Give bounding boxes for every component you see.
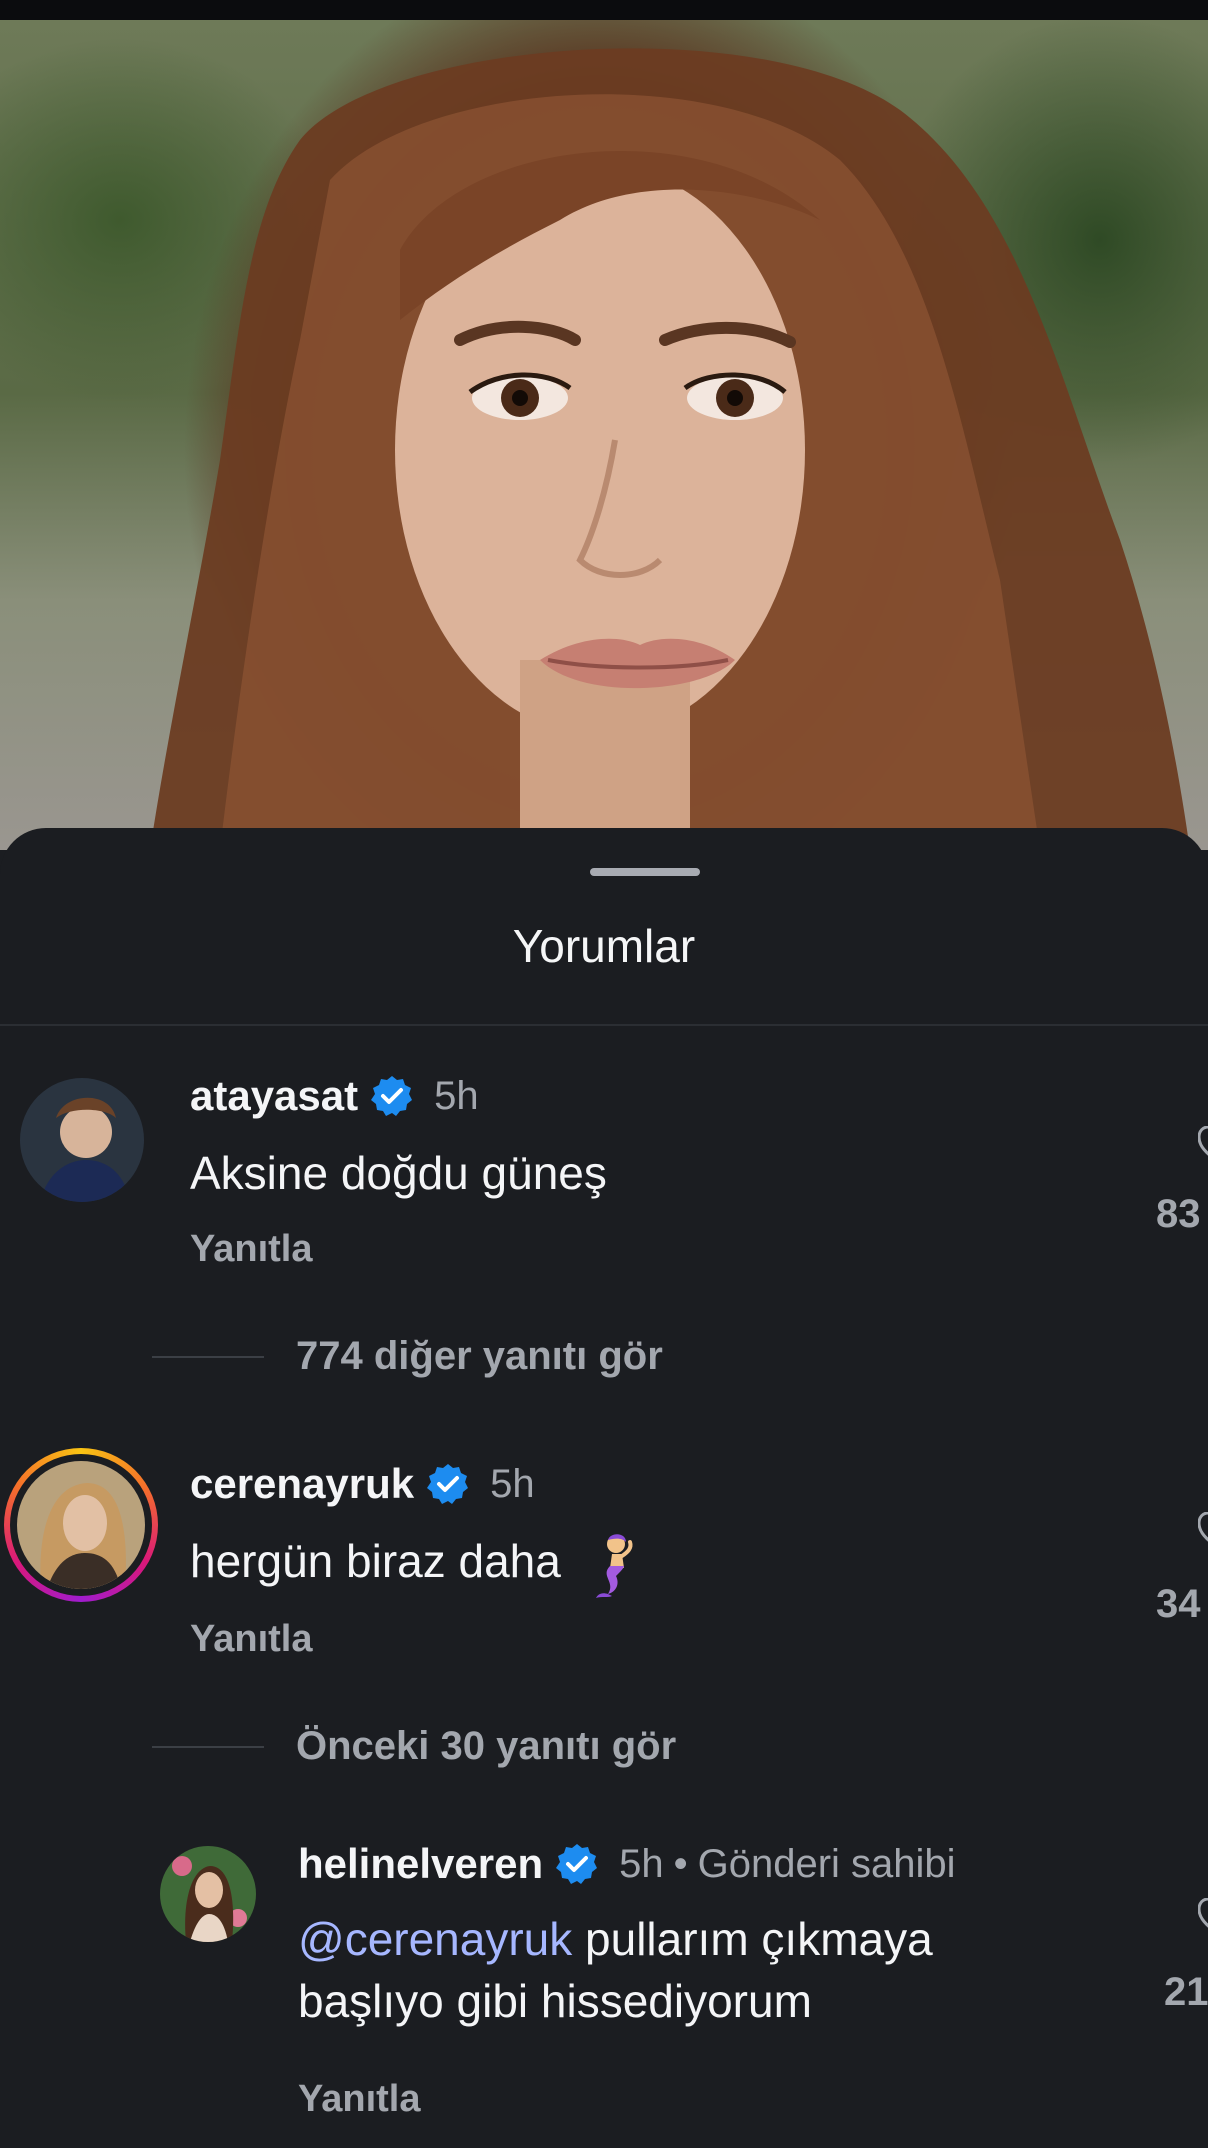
post-photo[interactable] (0, 20, 1208, 850)
comment-username[interactable]: atayasat (190, 1072, 358, 1120)
comment-meta: atayasat 5h (190, 1072, 479, 1120)
reply-username[interactable]: helinelveren (298, 1840, 543, 1888)
status-bar (0, 0, 1208, 20)
comment-time: 5h (434, 1073, 479, 1118)
portrait-illustration (150, 48, 1190, 850)
heart-icon[interactable] (1198, 1898, 1208, 1932)
reply-time: 5h (619, 1841, 664, 1886)
comment-text: hergün biraz daha (190, 1530, 636, 1598)
avatar[interactable] (160, 1846, 256, 1942)
verified-badge-icon (556, 1844, 598, 1884)
comment-time: 5h (490, 1461, 535, 1506)
reply-meta: helinelveren 5h • Gönderi sahibi (298, 1840, 956, 1888)
mermaid-emoji-icon (595, 1534, 633, 1598)
like-count: 83 (1156, 1192, 1201, 1236)
thread-line (152, 1745, 264, 1748)
avatar (17, 1461, 145, 1589)
reply-button[interactable]: Yanıtla (298, 2078, 421, 2121)
comment-text: Aksine doğdu güneş (190, 1147, 607, 1199)
verified-badge-icon (371, 1076, 413, 1116)
view-more-replies[interactable]: 774 diğer yanıtı gör (152, 1334, 663, 1379)
comments-sheet: Yorumlar atayasat 5h Aksine doğdu güneş … (0, 828, 1208, 2148)
heart-icon[interactable] (1198, 1512, 1208, 1546)
reply-button[interactable]: Yanıtla (190, 1228, 313, 1271)
reply-text: @cerenayruk pullarım çıkmaya başlıyo gib… (298, 1913, 933, 2027)
reply-button[interactable]: Yanıtla (190, 1618, 313, 1661)
owner-tag: Gönderi sahibi (697, 1841, 956, 1886)
like-count: 34 (1156, 1582, 1201, 1626)
like-count: 21 (1164, 1970, 1208, 2014)
separator: • (673, 1841, 688, 1886)
story-ring[interactable] (4, 1448, 158, 1602)
heart-icon[interactable] (1198, 1126, 1208, 1160)
mention-link[interactable]: @cerenayruk (298, 1913, 572, 1965)
sheet-title: Yorumlar (512, 920, 696, 972)
drag-handle[interactable] (590, 868, 700, 876)
verified-badge-icon (427, 1464, 469, 1504)
comment-username[interactable]: cerenayruk (190, 1460, 414, 1508)
avatar[interactable] (20, 1078, 144, 1202)
header-divider (0, 1024, 1208, 1026)
comment-meta: cerenayruk 5h (190, 1460, 535, 1508)
view-previous-replies[interactable]: Önceki 30 yanıtı gör (152, 1724, 676, 1769)
thread-line (152, 1355, 264, 1358)
